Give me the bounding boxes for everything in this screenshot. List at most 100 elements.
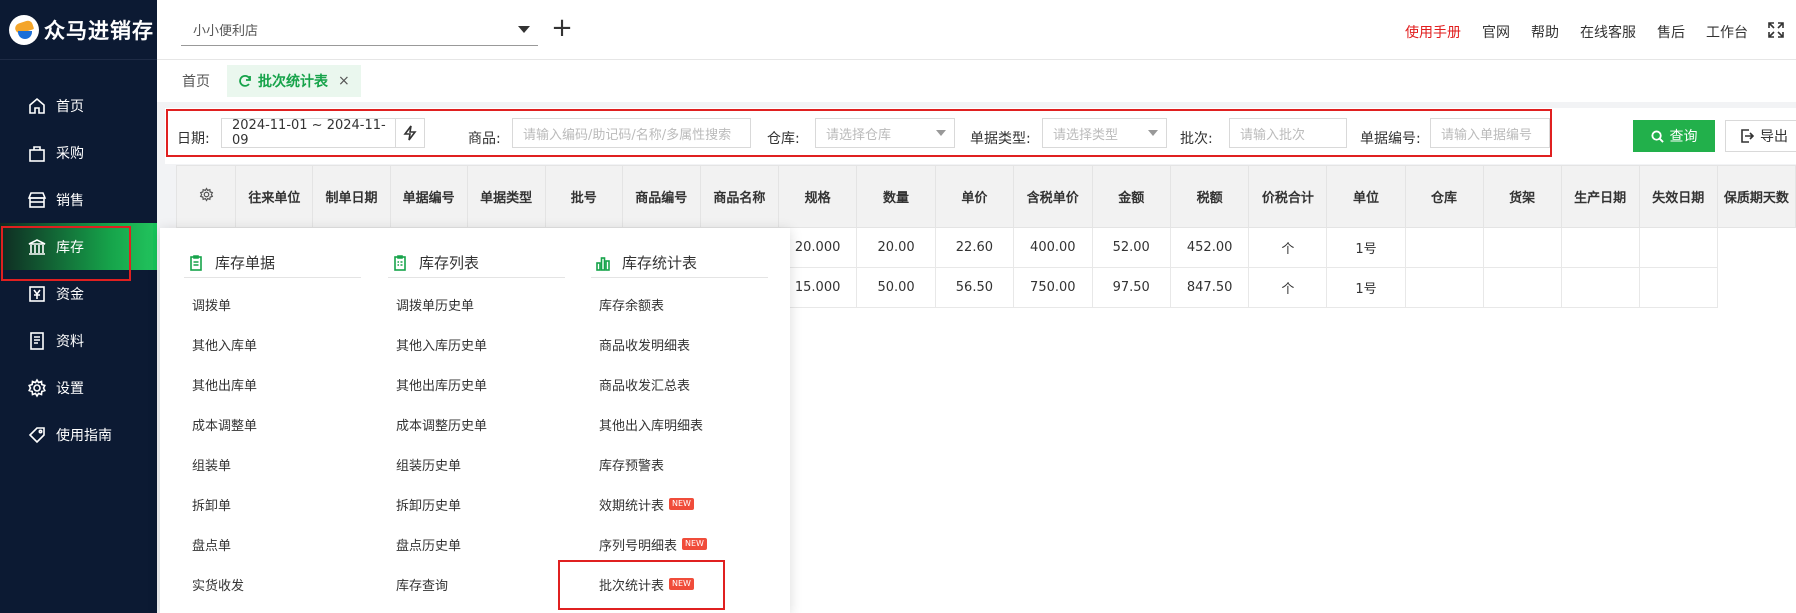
menu-item[interactable]: 库存预警表 [591, 444, 768, 484]
tab-bar: 首页 批次统计表 × [157, 60, 1796, 102]
menu-item[interactable]: 其他出库历史单 [388, 364, 565, 404]
link-workbench[interactable]: 工作台 [1706, 22, 1748, 42]
menu-item[interactable]: 实货收发 [184, 564, 361, 604]
menu-col-title: 库存单据 [184, 248, 361, 278]
cell-tax-price: 56.50 [934, 267, 1015, 308]
tab-home[interactable]: 首页 [171, 65, 221, 97]
tab-batch-stats[interactable]: 批次统计表 × [227, 65, 361, 97]
cell-qty: 20.000 [777, 227, 858, 268]
column-header[interactable]: 失效日期 [1638, 165, 1718, 228]
menu-item-expiry-stats[interactable]: 效期统计表 NEW [591, 484, 768, 524]
menu-item[interactable]: 组装单 [184, 444, 361, 484]
column-header[interactable]: 批号 [544, 165, 623, 228]
sidebar-item-label: 使用指南 [56, 427, 112, 444]
bar-chart-icon [594, 254, 612, 272]
chevron-down-icon [518, 26, 530, 33]
menu-item[interactable]: 其他入库历史单 [388, 324, 565, 364]
column-header[interactable]: 商品名称 [699, 165, 779, 228]
sidebar-item-label: 资金 [56, 286, 84, 303]
link-help[interactable]: 帮助 [1531, 22, 1559, 42]
app-title: 众马进销存 [44, 18, 154, 43]
filter-bar: 日期: 2024-11-01 ~ 2024-11-09 商品: 请输入编码/助记… [165, 108, 1796, 164]
column-header[interactable]: 生产日期 [1560, 165, 1640, 228]
column-header[interactable]: 保质期天数 [1716, 165, 1796, 228]
column-header[interactable]: 货架 [1482, 165, 1562, 228]
column-header[interactable]: 税额 [1169, 165, 1250, 228]
column-header[interactable]: 价税合计 [1248, 165, 1328, 228]
tab-label: 首页 [182, 74, 210, 90]
menu-col-title: 库存统计表 [591, 248, 768, 278]
cell-total: 847.50 [1169, 267, 1250, 308]
store-select[interactable]: 小小便利店 [181, 14, 538, 46]
add-store-button[interactable]: + [549, 14, 575, 44]
menu-item[interactable]: 成本调整历史单 [388, 404, 565, 444]
cell-price: 50.00 [856, 267, 936, 308]
export-button[interactable]: 导出 [1725, 120, 1796, 152]
sidebar-item-guide[interactable]: 使用指南 [0, 411, 157, 458]
column-header[interactable]: 往来单位 [235, 165, 314, 228]
link-manual[interactable]: 使用手册 [1405, 22, 1461, 42]
sidebar-item-home[interactable]: 首页 [0, 82, 157, 129]
column-header[interactable]: 单位 [1326, 165, 1406, 228]
fullscreen-icon[interactable] [1766, 20, 1786, 40]
cell-total: 452.00 [1169, 227, 1250, 268]
document-icon [27, 331, 47, 351]
cell-warehouse: 1号 [1326, 267, 1406, 308]
menu-item[interactable]: 组装历史单 [388, 444, 565, 484]
close-icon[interactable]: × [338, 73, 350, 89]
menu-item-label: 序列号明细表 [599, 538, 678, 554]
column-settings[interactable] [175, 165, 237, 228]
cell-price: 20.00 [856, 227, 936, 268]
column-header[interactable]: 制单日期 [312, 165, 391, 228]
sidebar-item-label: 首页 [56, 98, 84, 115]
sidebar-item-settings[interactable]: 设置 [0, 364, 157, 411]
cell-tax-price: 22.60 [934, 227, 1015, 268]
menu-title-label: 库存单据 [215, 254, 276, 272]
menu-item[interactable]: 拆卸单 [184, 484, 361, 524]
column-header[interactable]: 商品编号 [621, 165, 701, 228]
menu-item[interactable]: 商品收发汇总表 [591, 364, 768, 404]
tab-label: 批次统计表 [258, 74, 328, 90]
cell-amount: 400.00 [1013, 227, 1093, 268]
menu-item[interactable]: 商品收发明细表 [591, 324, 768, 364]
menu-item[interactable]: 其他出库单 [184, 364, 361, 404]
menu-col-reports: 库存统计表 库存余额表 商品收发明细表 商品收发汇总表 其他出入库明细表 库存预… [591, 248, 768, 604]
column-header[interactable]: 含税单价 [1013, 165, 1093, 228]
sidebar-item-label: 设置 [56, 380, 84, 397]
menu-item[interactable]: 其他入库单 [184, 324, 361, 364]
store-name: 小小便利店 [193, 24, 259, 39]
link-official[interactable]: 官网 [1482, 22, 1510, 42]
cell-warehouse: 1号 [1326, 227, 1406, 268]
highlight-inventory [1, 226, 131, 281]
menu-item[interactable]: 盘点历史单 [388, 524, 565, 564]
cell-qty: 15.000 [777, 267, 858, 308]
menu-item[interactable]: 其他出入库明细表 [591, 404, 768, 444]
sidebar-item-data[interactable]: 资料 [0, 317, 157, 364]
bag-icon [27, 143, 47, 163]
menu-item[interactable]: 拆卸历史单 [388, 484, 565, 524]
query-button[interactable]: 查询 [1633, 120, 1715, 152]
menu-item[interactable]: 调拨单 [184, 284, 361, 324]
menu-item[interactable]: 成本调整单 [184, 404, 361, 444]
highlight-filters [166, 109, 1552, 157]
column-header[interactable]: 单据类型 [466, 165, 546, 228]
column-header[interactable]: 单价 [934, 165, 1015, 228]
list-icon [391, 254, 409, 272]
refresh-icon[interactable] [238, 74, 252, 88]
column-header[interactable]: 数量 [856, 165, 936, 228]
link-service[interactable]: 在线客服 [1580, 22, 1636, 42]
column-header[interactable]: 金额 [1091, 165, 1171, 228]
column-header[interactable]: 仓库 [1404, 165, 1484, 228]
column-header[interactable]: 单据编号 [389, 165, 468, 228]
sidebar-item-purchase[interactable]: 采购 [0, 129, 157, 176]
menu-item[interactable]: 调拨单历史单 [388, 284, 565, 324]
menu-item[interactable]: 盘点单 [184, 524, 361, 564]
menu-item[interactable]: 库存余额表 [591, 284, 768, 324]
menu-item[interactable]: 库存查询 [388, 564, 565, 604]
column-header[interactable]: 规格 [777, 165, 858, 228]
menu-item-serial-detail[interactable]: 序列号明细表 NEW [591, 524, 768, 564]
export-icon [1741, 129, 1754, 143]
cell-unit: 个 [1248, 267, 1328, 308]
link-after-sales[interactable]: 售后 [1657, 22, 1685, 42]
sidebar-item-sales[interactable]: 销售 [0, 176, 157, 223]
